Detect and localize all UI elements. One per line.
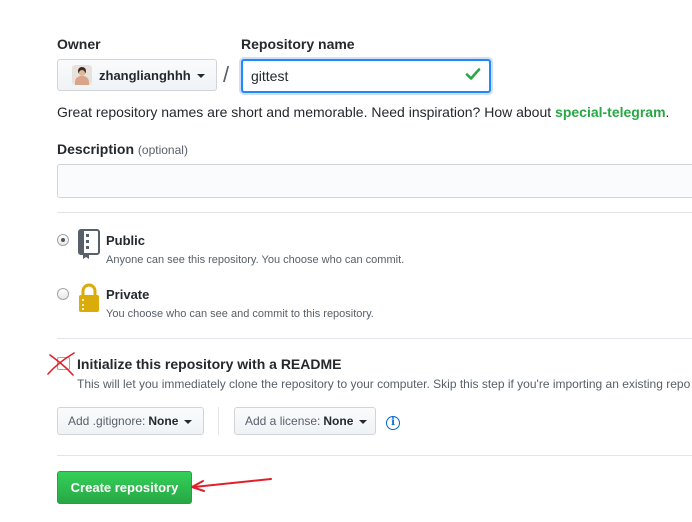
owner-dropdown[interactable]: zhanglianghhh: [57, 59, 217, 91]
create-repository-button[interactable]: Create repository: [57, 471, 192, 504]
divider: [218, 407, 219, 435]
readme-title: Initialize this repository with a README: [77, 356, 342, 372]
public-note: Anyone can see this repository. You choo…: [106, 254, 405, 266]
owner-username: zhanglianghhh: [99, 67, 191, 83]
description-input[interactable]: [57, 164, 692, 198]
info-icon[interactable]: i: [386, 416, 400, 430]
gitignore-select[interactable]: Add .gitignore: None: [57, 407, 204, 435]
lock-icon: [79, 283, 99, 312]
divider: [57, 338, 692, 339]
public-radio[interactable]: [57, 234, 69, 246]
readme-note: This will let you immediately clone the …: [77, 377, 691, 391]
repository-name-hint: Great repository names are short and mem…: [57, 104, 670, 120]
red-x-annotation-icon: [47, 352, 75, 376]
divider: [57, 212, 692, 213]
owner-label: Owner: [57, 36, 101, 52]
optional-note: (optional): [137, 143, 188, 157]
gitignore-label: Add .gitignore:: [68, 414, 146, 428]
red-arrow-annotation-icon: [191, 478, 272, 492]
check-icon: [465, 68, 481, 80]
private-note: You choose who can see and commit to thi…: [106, 308, 374, 320]
repository-name-input[interactable]: [241, 59, 491, 93]
chevron-down-icon: [359, 420, 368, 424]
private-title: Private: [106, 287, 150, 302]
private-radio[interactable]: [57, 288, 69, 300]
divider: [57, 455, 692, 456]
chevron-down-icon: [184, 420, 193, 424]
chevron-down-icon: [196, 74, 205, 78]
repository-name-label: Repository name: [241, 36, 355, 52]
owner-repo-separator: /: [223, 62, 230, 87]
repo-icon: [78, 229, 100, 259]
license-label: Add a license:: [245, 414, 321, 428]
public-title: Public: [106, 233, 146, 248]
description-label: Description (optional): [57, 141, 188, 157]
avatar: [72, 65, 92, 85]
gitignore-value: None: [148, 414, 179, 428]
name-suggestion-link[interactable]: special-telegram: [555, 104, 666, 120]
license-value: None: [323, 414, 354, 428]
license-select[interactable]: Add a license: None: [234, 407, 376, 435]
